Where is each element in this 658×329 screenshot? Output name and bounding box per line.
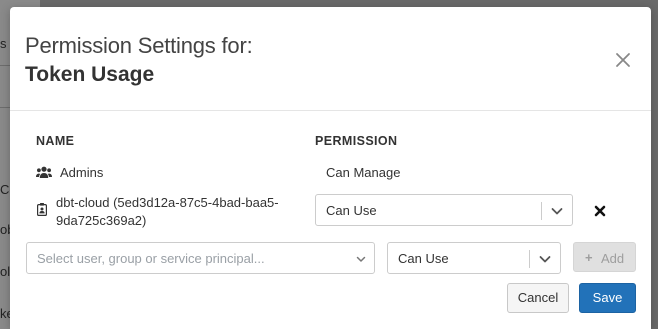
remove-icon[interactable]	[593, 204, 607, 218]
save-button[interactable]: Save	[579, 283, 636, 313]
select-divider	[529, 250, 530, 268]
modal-title-prefix: Permission Settings for:	[25, 33, 253, 58]
select-divider	[541, 202, 542, 220]
modal-title: Token Usage	[25, 63, 155, 86]
column-header-name: NAME	[36, 134, 75, 148]
permission-settings-modal: Permission Settings for: Token Usage NAM…	[10, 7, 651, 329]
add-button[interactable]: + Add	[573, 242, 636, 272]
principal-name: dbt-cloud (5ed3d12a-87c5-4bad-baa5- 9da7…	[56, 194, 279, 230]
chevron-down-icon	[551, 208, 563, 215]
principal-name: Admins	[60, 165, 104, 180]
principal-select[interactable]: Select user, group or service principal.…	[26, 242, 375, 274]
column-header-permission: PERMISSION	[315, 134, 398, 148]
chevron-down-icon	[356, 256, 366, 262]
close-icon[interactable]	[614, 51, 632, 69]
permission-select[interactable]: Can Use	[315, 194, 573, 226]
permission-select-value: Can Use	[326, 203, 377, 218]
chevron-down-icon	[539, 256, 551, 263]
service-principal-icon	[37, 203, 47, 216]
principal-select-placeholder: Select user, group or service principal.…	[37, 251, 265, 266]
plus-icon: +	[585, 250, 593, 265]
add-button-label: Add	[601, 251, 625, 266]
modal-header: Permission Settings for: Token Usage	[10, 7, 651, 111]
principal-name-line: dbt-cloud (5ed3d12a-87c5-4bad-baa5-	[56, 195, 279, 210]
users-icon	[36, 166, 52, 178]
principal-name-line: 9da725c369a2)	[56, 213, 147, 228]
new-permission-select-value: Can Use	[398, 251, 449, 266]
new-permission-select[interactable]: Can Use	[387, 242, 561, 274]
permission-value: Can Manage	[326, 165, 401, 180]
cancel-button[interactable]: Cancel	[507, 283, 569, 313]
